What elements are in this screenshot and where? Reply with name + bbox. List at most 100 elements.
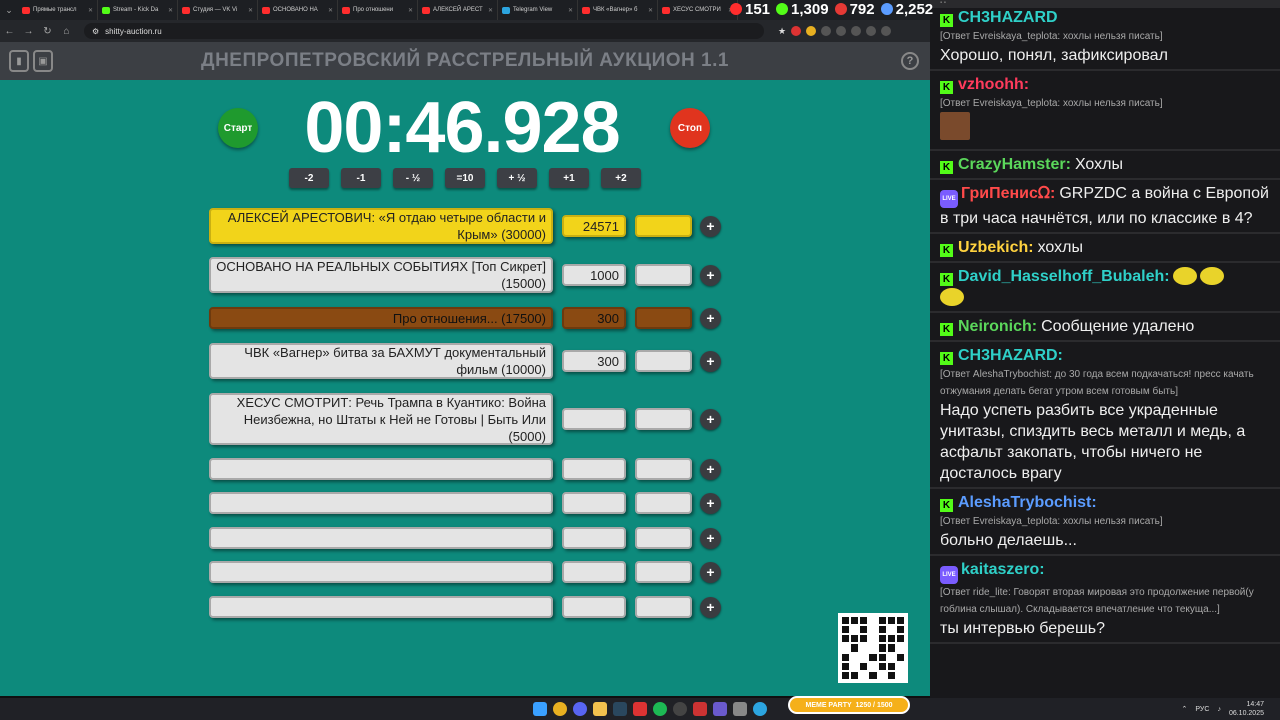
app-icon[interactable] xyxy=(713,702,727,716)
add-bid-button[interactable]: + xyxy=(700,527,721,549)
tab-close-icon[interactable]: ✕ xyxy=(248,7,253,14)
extension-icon[interactable] xyxy=(791,26,802,36)
add-bid-button[interactable]: + xyxy=(700,264,721,286)
tab-menu-icon[interactable]: ⌄ xyxy=(0,0,18,20)
app-icon[interactable] xyxy=(633,702,647,716)
menu-icon[interactable] xyxy=(881,26,892,36)
lot-amount-field[interactable] xyxy=(562,561,626,583)
lot-name-field[interactable]: АЛЕКСЕЙ АРЕСТОВИЧ: «Я отдаю четыре облас… xyxy=(209,208,553,244)
lot-amount-field[interactable] xyxy=(562,408,626,430)
add-amount-input[interactable] xyxy=(635,492,692,514)
add-bid-button[interactable]: + xyxy=(700,492,721,514)
tray-arrow-icon[interactable]: ⌃ xyxy=(1182,705,1188,713)
clock[interactable]: 14:47 06.10.2025 xyxy=(1229,700,1264,718)
app-icon[interactable] xyxy=(733,702,747,716)
tab-close-icon[interactable]: ✕ xyxy=(648,7,653,14)
bookmark-star-icon[interactable]: ★ xyxy=(778,26,786,36)
lot-name-field[interactable] xyxy=(209,527,553,549)
chat-username[interactable]: CH3HAZARD xyxy=(958,9,1058,26)
download-icon[interactable] xyxy=(851,26,862,36)
chat-username[interactable]: kaitaszero: xyxy=(961,561,1045,578)
browser-tab[interactable]: Про отношени ✕ xyxy=(338,0,418,20)
profile-icon[interactable] xyxy=(866,26,877,36)
lot-name-field[interactable] xyxy=(209,492,553,514)
add-amount-input[interactable] xyxy=(635,561,692,583)
lot-name-field[interactable] xyxy=(209,458,553,480)
chrome-icon[interactable] xyxy=(553,702,567,716)
browser-tab[interactable]: ХЕСУС СМОТРИ✕ xyxy=(658,0,738,20)
time-adjust-button[interactable]: -2 xyxy=(289,168,329,188)
lot-amount-field[interactable] xyxy=(562,458,626,480)
discord-icon[interactable] xyxy=(573,702,587,716)
tab-close-icon[interactable]: ✕ xyxy=(88,7,93,14)
back-icon[interactable]: ← xyxy=(0,26,19,37)
tab-close-icon[interactable]: ✕ xyxy=(488,7,493,14)
home-icon[interactable]: ⌂ xyxy=(57,26,76,37)
browser-tab[interactable]: Telegram View ✕ xyxy=(498,0,578,20)
time-adjust-button[interactable]: + ½ xyxy=(497,168,537,188)
add-bid-button[interactable]: + xyxy=(700,561,721,583)
lot-name-field[interactable]: ОСНОВАНО НА РЕАЛЬНЫХ СОБЫТИЯХ [Топ Сикре… xyxy=(209,257,553,293)
tab-close-icon[interactable]: ✕ xyxy=(408,7,413,14)
chat-username[interactable]: Neironich: xyxy=(958,318,1037,335)
lot-amount-field[interactable] xyxy=(562,527,626,549)
browser-tab[interactable]: Stream - Kick Da ✕ xyxy=(98,0,178,20)
lot-name-field[interactable]: ЧВК «Вагнер» битва за БАХМУТ документаль… xyxy=(209,343,553,379)
time-adjust-button[interactable]: - ½ xyxy=(393,168,433,188)
time-adjust-button[interactable]: =10 xyxy=(445,168,485,188)
lot-name-field[interactable]: Про отношения... (17500) xyxy=(209,307,553,329)
add-bid-button[interactable]: + xyxy=(700,596,721,618)
extension-icon[interactable] xyxy=(821,26,832,36)
add-amount-input[interactable] xyxy=(635,350,692,372)
lot-amount-field[interactable]: 300 xyxy=(562,350,626,372)
telegram-icon[interactable] xyxy=(753,702,767,716)
add-amount-input[interactable] xyxy=(635,264,692,286)
tab-close-icon[interactable]: ✕ xyxy=(168,7,173,14)
url-field[interactable]: ⚙ shitty-auction.ru xyxy=(84,23,764,39)
add-bid-button[interactable]: + xyxy=(700,307,721,329)
add-amount-input[interactable] xyxy=(635,527,692,549)
add-bid-button[interactable]: + xyxy=(700,458,721,480)
add-amount-input[interactable] xyxy=(635,307,692,329)
browser-tab[interactable]: Прямые трансл ✕ xyxy=(18,0,98,20)
add-bid-button[interactable]: + xyxy=(700,350,721,372)
chat-username[interactable]: CH3HAZARD: xyxy=(958,347,1063,364)
extension-icon[interactable] xyxy=(806,26,817,36)
lot-name-field[interactable] xyxy=(209,561,553,583)
spotify-icon[interactable] xyxy=(653,702,667,716)
site-info-icon[interactable]: ⚙ xyxy=(92,27,99,36)
chat-username[interactable]: David_Hasselhoff_Bubaleh: xyxy=(958,268,1170,285)
add-amount-input[interactable] xyxy=(635,596,692,618)
folder-icon[interactable] xyxy=(593,702,607,716)
tab-close-icon[interactable]: ✕ xyxy=(328,7,333,14)
chat-username[interactable]: vzhoohh: xyxy=(958,76,1029,93)
browser-tab[interactable]: Студия — VK Vi ✕ xyxy=(178,0,258,20)
time-adjust-button[interactable]: +2 xyxy=(601,168,641,188)
lot-amount-field[interactable]: 300 xyxy=(562,307,626,329)
lot-amount-field[interactable]: 1000 xyxy=(562,264,626,286)
lot-amount-field[interactable] xyxy=(562,596,626,618)
lot-name-field[interactable]: ХЕСУС СМОТРИТ: Речь Трампа в Куантико: В… xyxy=(209,393,553,445)
extension-icon[interactable] xyxy=(836,26,847,36)
stop-button[interactable]: Стоп xyxy=(670,108,710,148)
time-adjust-button[interactable]: -1 xyxy=(341,168,381,188)
windows-start-icon[interactable] xyxy=(533,702,547,716)
lot-amount-field[interactable] xyxy=(562,492,626,514)
chat-username[interactable]: CrazyHamster: xyxy=(958,156,1071,173)
add-amount-input[interactable] xyxy=(635,408,692,430)
forward-icon[interactable]: → xyxy=(19,26,38,37)
app-icon[interactable] xyxy=(693,702,707,716)
lot-name-field[interactable] xyxy=(209,596,553,618)
chat-username[interactable]: ГриПенисᘯ: xyxy=(961,185,1055,202)
browser-tab[interactable]: ЧВК «Вагнер» б ✕ xyxy=(578,0,658,20)
add-bid-button[interactable]: + xyxy=(700,215,721,237)
help-icon[interactable]: ? xyxy=(901,52,919,70)
browser-tab[interactable]: ОСНОВАНО НА ✕ xyxy=(258,0,338,20)
add-bid-button[interactable]: + xyxy=(700,408,721,430)
browser-tab[interactable]: АЛЕКСЕЙ АРЕСТ ✕ xyxy=(418,0,498,20)
obs-icon[interactable] xyxy=(673,702,687,716)
chat-username[interactable]: AleshaTrybochist: xyxy=(958,494,1097,511)
time-adjust-button[interactable]: +1 xyxy=(549,168,589,188)
chat-username[interactable]: Uzbekich: xyxy=(958,239,1034,256)
tab-close-icon[interactable]: ✕ xyxy=(568,7,573,14)
